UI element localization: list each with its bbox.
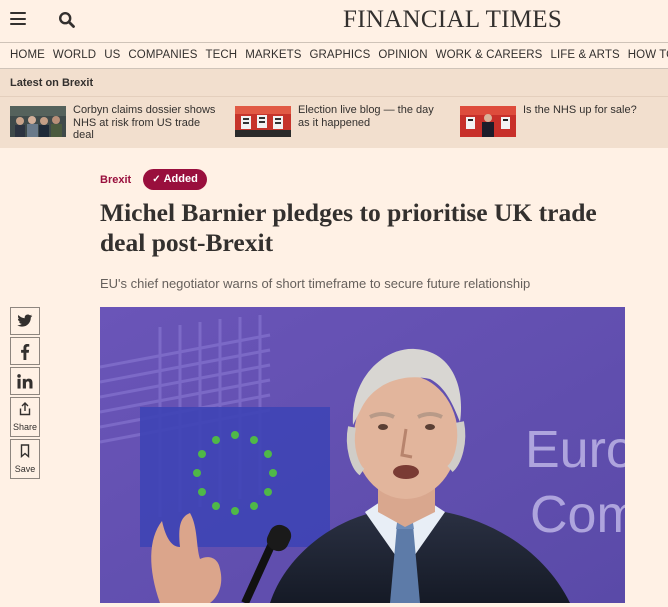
added-label: Added xyxy=(163,173,198,185)
top-bar: FINANCIAL TIMES xyxy=(0,0,668,40)
facebook-icon xyxy=(21,344,30,360)
share-rail: Share Save xyxy=(10,307,40,481)
nav-item-work-careers[interactable]: WORK & CAREERS xyxy=(432,43,547,68)
nav-item-world[interactable]: WORLD xyxy=(49,43,100,68)
share-icon xyxy=(19,402,31,416)
hero-image: Euro Com xyxy=(100,307,625,603)
nav-item-life-arts[interactable]: LIFE & ARTS xyxy=(546,43,623,68)
nav-item-opinion[interactable]: OPINION xyxy=(374,43,431,68)
check-icon: ✓ xyxy=(152,174,161,185)
bookmark-icon xyxy=(20,444,30,459)
masthead-logo[interactable]: FINANCIAL TIMES xyxy=(343,6,562,34)
linkedin-share-button[interactable] xyxy=(10,367,40,395)
divider xyxy=(0,96,668,97)
story-headline: Election live blog — the day as it happe… xyxy=(298,104,434,129)
myft-added-button[interactable]: ✓ Added xyxy=(143,169,207,190)
article-standfirst: EU's chief negotiator warns of short tim… xyxy=(100,276,531,291)
banner-text-line1: Euro xyxy=(525,421,625,479)
twitter-icon xyxy=(17,314,33,327)
share-button[interactable]: Share xyxy=(10,397,40,437)
nav-item-companies[interactable]: COMPANIES xyxy=(124,43,201,68)
story-headline: Is the NHS up for sale? xyxy=(523,104,637,116)
nav-item-home[interactable]: HOME xyxy=(0,43,49,68)
latest-story-2[interactable]: Election live blog — the day as it happe… xyxy=(235,104,445,140)
latest-on-topic-band: Latest on Brexit Corbyn claims dossier s… xyxy=(0,69,668,148)
story-thumbnail xyxy=(460,106,516,137)
banner-text-line2: Com xyxy=(530,486,625,544)
latest-title[interactable]: Latest on Brexit xyxy=(10,77,93,89)
story-thumbnail xyxy=(10,106,66,137)
story-headline: Corbyn claims dossier shows NHS at risk … xyxy=(73,104,216,141)
article-headline: Michel Barnier pledges to prioritise UK … xyxy=(100,198,597,257)
linkedin-icon xyxy=(17,374,33,389)
search-icon[interactable] xyxy=(58,11,76,29)
story-thumbnail xyxy=(235,106,291,137)
facebook-share-button[interactable] xyxy=(10,337,40,365)
nav-item-markets[interactable]: MARKETS xyxy=(241,43,305,68)
share-label: Share xyxy=(12,422,38,432)
latest-story-3[interactable]: Is the NHS up for sale? xyxy=(460,104,660,140)
latest-story-1[interactable]: Corbyn claims dossier shows NHS at risk … xyxy=(10,104,220,141)
nav-item-how-to-spend-it[interactable]: HOW TO SPEND IT xyxy=(624,43,668,68)
nav-item-us[interactable]: US xyxy=(100,43,124,68)
topic-link[interactable]: Brexit xyxy=(100,174,131,186)
nav-item-tech[interactable]: TECH xyxy=(201,43,241,68)
twitter-share-button[interactable] xyxy=(10,307,40,335)
hamburger-menu-icon[interactable] xyxy=(10,12,26,26)
main-nav: HOME WORLD US COMPANIES TECH MARKETS GRAPHICS O… xyxy=(0,42,668,69)
save-button[interactable]: Save xyxy=(10,439,40,479)
save-label: Save xyxy=(14,464,36,474)
nav-item-graphics[interactable]: GRAPHICS xyxy=(305,43,374,68)
